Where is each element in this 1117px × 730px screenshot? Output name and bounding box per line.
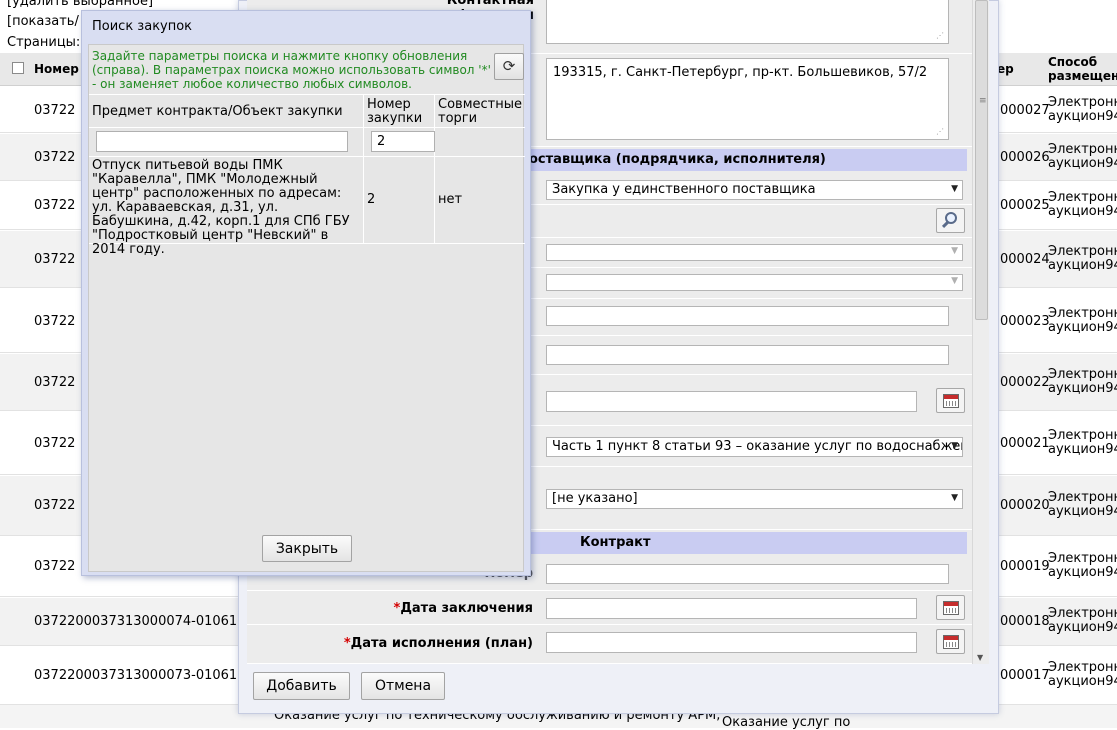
row-number-tail: 000024: [1000, 252, 1050, 267]
scroll-down-icon[interactable]: ▼: [977, 653, 983, 662]
chevron-down-icon: ▼: [951, 246, 958, 256]
delete-selected-link[interactable]: [удалить выбранное]: [7, 0, 153, 9]
chevron-down-icon: ▼: [951, 276, 958, 286]
pages-label: Страницы:: [7, 35, 81, 50]
row-method: Электронн аукцион94: [1048, 306, 1117, 335]
row-number: 03722: [34, 436, 76, 451]
show-link[interactable]: [показать/: [7, 14, 79, 29]
column-number[interactable]: Номер закупки: [367, 98, 429, 126]
row-method: Электронн аукцион94: [1048, 428, 1117, 457]
row-number-tail: 000023: [1000, 314, 1050, 329]
row-method: Электронн аукцион94: [1048, 490, 1117, 519]
row-method: Электронн аукцион94: [1048, 660, 1117, 689]
resize-grip-icon[interactable]: ⋰: [936, 127, 944, 136]
resize-grip-icon[interactable]: ⋰: [936, 31, 944, 40]
procurement-method-value: Закупка у единственного поставщика: [552, 182, 816, 197]
row-number: 03722: [34, 559, 76, 574]
unspecified-select[interactable]: [не указано] ▼: [546, 489, 963, 509]
column-subject[interactable]: Предмет контракта/Объект закупки: [92, 105, 343, 119]
address-textarea[interactable]: 193315, г. Санкт-Петербург, пр-кт. Больш…: [546, 58, 949, 140]
supplier-section-header: оставщика (подрядчика, исполнителя): [477, 149, 967, 171]
header-number[interactable]: Номер: [34, 62, 79, 76]
date-concluded-row: *Дата заключения: [247, 592, 972, 625]
header-number-tail[interactable]: ер: [997, 62, 1014, 76]
row-method: Электронн аукцион94: [1048, 95, 1117, 124]
empty-select-1[interactable]: ▼: [546, 244, 963, 261]
row-method: Электронн аукцион94: [1048, 244, 1117, 273]
row-number: 03722: [34, 150, 76, 165]
form-scrollbar[interactable]: ≡ ▼: [972, 0, 989, 664]
date-input-1[interactable]: [546, 391, 917, 412]
row-number-tail: 000021: [1000, 436, 1050, 451]
cancel-button[interactable]: Отмена: [361, 672, 445, 700]
row-number-tail: 000017: [1000, 668, 1050, 683]
row-number: 03722: [34, 375, 76, 390]
search-hint: Задайте параметры поиска и нажмите кнопк…: [92, 49, 491, 91]
calendar-button-concluded[interactable]: [936, 595, 965, 620]
row-method: Электронн аукцион94: [1048, 606, 1117, 635]
row-number: 03722: [34, 314, 76, 329]
header-method[interactable]: Способ размещен: [1048, 55, 1117, 83]
subject-filter-input[interactable]: [96, 131, 348, 152]
text-input-2[interactable]: [546, 345, 949, 365]
row-number: 0372200037313000073-010612: [34, 668, 246, 683]
row-number-tail: 000026: [1000, 150, 1050, 165]
row-number: 0372200037313000074-010612: [34, 614, 246, 629]
basis-value: Часть 1 пункт 8 статьи 93 – оказание усл…: [552, 439, 963, 454]
chevron-down-icon: ▼: [951, 493, 958, 503]
empty-select-2[interactable]: ▼: [546, 274, 963, 291]
date-concluded-input[interactable]: [546, 598, 917, 619]
row-method: Электронн аукцион94: [1048, 551, 1117, 580]
procurement-method-select[interactable]: Закупка у единственного поставщика ▼: [546, 180, 963, 200]
row-number-tail: 000018: [1000, 614, 1050, 629]
row-number-tail: 000019: [1000, 559, 1050, 574]
row-number: 03722: [34, 103, 76, 118]
row-number: 03722: [34, 498, 76, 513]
row-number: 03722: [34, 252, 76, 267]
text-input-1[interactable]: [546, 306, 949, 326]
chevron-down-icon: ▼: [951, 184, 958, 194]
search-purchases-popup: Поиск закупок Задайте параметры поиска и…: [81, 10, 531, 576]
result-number[interactable]: 2: [367, 193, 375, 207]
result-subject[interactable]: Отпуск питьевой воды ПМК "Каравелла", ПМ…: [92, 159, 362, 257]
calendar-icon: [943, 601, 959, 615]
search-button[interactable]: [936, 208, 965, 233]
column-joint[interactable]: Совместные торги: [438, 98, 522, 126]
row-number: 03722: [34, 198, 76, 213]
row-number-tail: 000027: [1000, 103, 1050, 118]
grip-icon: ≡: [979, 96, 987, 106]
row-number-tail: 000022: [1000, 375, 1050, 390]
row-method: Электронн аукцион94: [1048, 190, 1117, 219]
address-value: 193315, г. Санкт-Петербург, пр-кт. Больш…: [553, 65, 928, 80]
select-all-checkbox[interactable]: [12, 62, 24, 74]
close-button[interactable]: Закрыть: [262, 535, 352, 562]
contract-section-header: Контракт: [477, 532, 967, 554]
calendar-icon: [943, 394, 959, 408]
basis-select[interactable]: Часть 1 пункт 8 статьи 93 – оказание усл…: [546, 437, 963, 457]
popup-title[interactable]: Поиск закупок: [92, 19, 192, 34]
calendar-icon: [943, 635, 959, 649]
contact-textarea[interactable]: ⋰: [546, 0, 949, 44]
result-joint[interactable]: нет: [438, 193, 462, 207]
date-concluded-label: *Дата заключения: [393, 601, 534, 616]
row-method: Электронн аукцион94: [1048, 367, 1117, 396]
date-execution-label: *Дата исполнения (план): [343, 636, 533, 651]
number-filter-input[interactable]: 2: [371, 131, 435, 152]
calendar-button-1[interactable]: [936, 388, 965, 413]
row-number-tail: 000025: [1000, 198, 1050, 213]
scrollbar-thumb[interactable]: ≡: [975, 0, 988, 320]
calendar-button-execution[interactable]: [936, 629, 965, 654]
refresh-button[interactable]: ⟳: [494, 53, 524, 80]
date-execution-row: *Дата исполнения (план): [247, 626, 972, 664]
row-method: Электронн аукцион94: [1048, 142, 1117, 171]
unspecified-value: [не указано]: [552, 491, 638, 506]
date-execution-input[interactable]: [546, 632, 917, 653]
add-button[interactable]: Добавить: [253, 672, 350, 700]
refresh-icon: ⟳: [502, 57, 516, 75]
row-number-tail: 000020: [1000, 498, 1050, 513]
chevron-down-icon: ▼: [951, 441, 958, 451]
contract-number-input[interactable]: [546, 564, 949, 584]
popup-body: Задайте параметры поиска и нажмите кнопк…: [88, 44, 525, 572]
